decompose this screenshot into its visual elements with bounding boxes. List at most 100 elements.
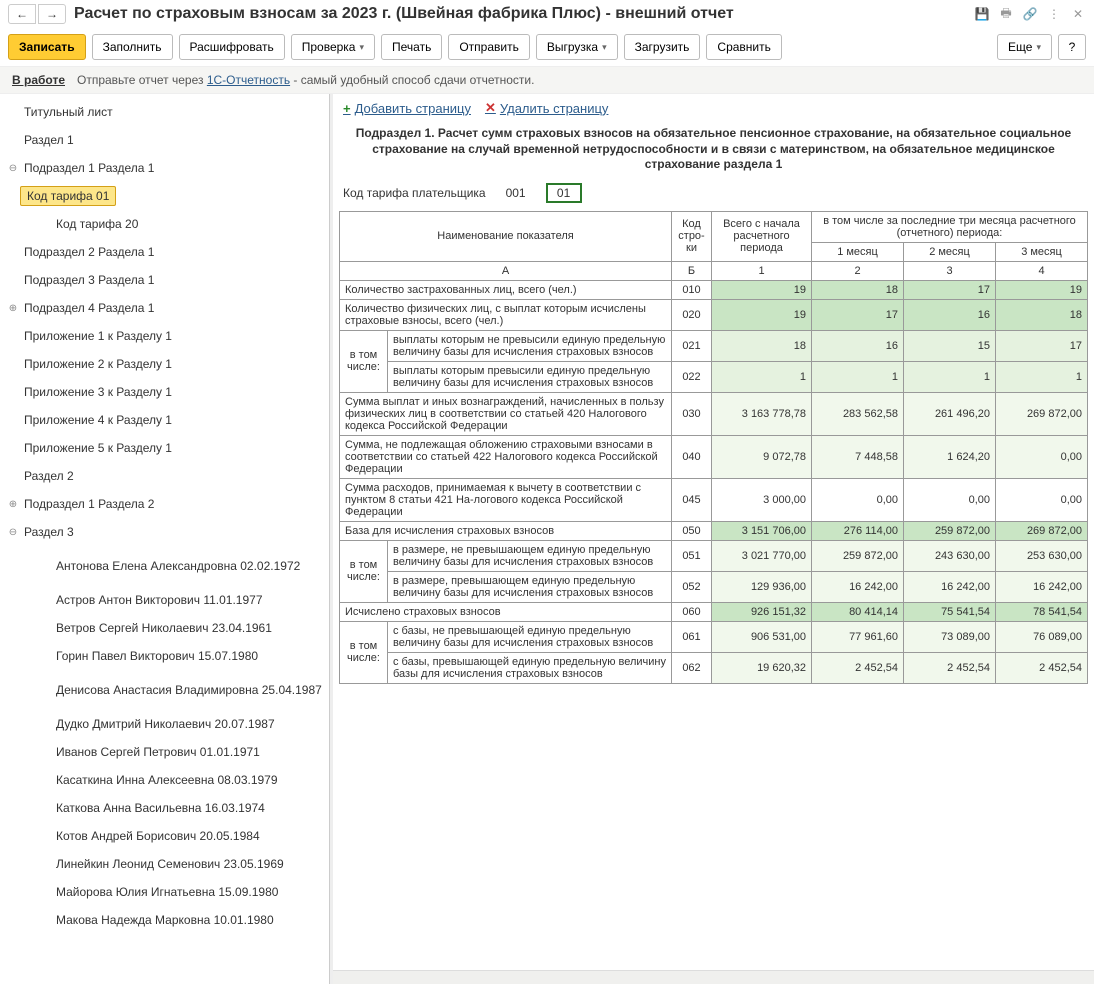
import-button[interactable]: Загрузить [624,34,701,60]
more-button[interactable]: Еще▾ [997,34,1052,60]
cell-value[interactable]: 15 [904,330,996,361]
cell-value[interactable]: 269 872,00 [996,521,1088,540]
cell-value[interactable]: 78 541,54 [996,602,1088,621]
tree-item[interactable]: ⊖Раздел 3 [0,518,329,546]
tree-item[interactable]: ⊕Подраздел 4 Раздела 1 [0,294,329,322]
cell-value[interactable]: 2 452,54 [904,652,996,683]
cell-value[interactable]: 18 [712,330,812,361]
save-icon[interactable]: 💾 [974,6,990,22]
cell-value[interactable]: 0,00 [904,478,996,521]
cell-value[interactable]: 19 [996,280,1088,299]
cell-value[interactable]: 269 872,00 [996,392,1088,435]
link-icon[interactable]: 🔗 [1022,6,1038,22]
print-icon[interactable]: 🖶 [998,6,1014,22]
status-link[interactable]: 1С-Отчетность [207,73,290,87]
cell-value[interactable]: 18 [812,280,904,299]
tree-item[interactable]: Приложение 5 к Разделу 1 [0,434,329,462]
grid-row[interactable]: Исчислено страховых взносов060926 151,32… [340,602,1088,621]
cell-value[interactable]: 3 000,00 [712,478,812,521]
cell-value[interactable]: 259 872,00 [812,540,904,571]
tree-panel[interactable]: Титульный листРаздел 1⊖Подраздел 1 Разде… [0,94,330,984]
cell-value[interactable]: 16 [904,299,996,330]
grid-row[interactable]: Сумма, не подлежащая обложению страховым… [340,435,1088,478]
help-button[interactable]: ? [1058,34,1086,60]
delete-page-button[interactable]: ✕Удалить страницу [485,100,608,116]
tree-item[interactable]: Приложение 2 к Разделу 1 [0,350,329,378]
tree-item[interactable]: Денисова Анастасия Владимировна 25.04.19… [0,670,329,710]
cell-value[interactable]: 1 [904,361,996,392]
tree-item[interactable]: Приложение 3 к Разделу 1 [0,378,329,406]
print-button[interactable]: Печать [381,34,442,60]
cell-value[interactable]: 3 163 778,78 [712,392,812,435]
tree-item[interactable]: Подраздел 2 Раздела 1 [0,238,329,266]
grid-row[interactable]: в том числе:с базы, не превышающей едину… [340,621,1088,652]
grid-row[interactable]: в размере, превышающем единую предельную… [340,571,1088,602]
grid-row[interactable]: База для исчисления страховых взносов050… [340,521,1088,540]
tree-item[interactable]: Приложение 1 к Разделу 1 [0,322,329,350]
grid-row[interactable]: Количество физических лиц, с выплат кото… [340,299,1088,330]
grid-row[interactable]: Сумма выплат и иных вознаграждений, начи… [340,392,1088,435]
cell-value[interactable]: 1 624,20 [904,435,996,478]
cell-value[interactable]: 259 872,00 [904,521,996,540]
tree-item[interactable]: Майорова Юлия Игнатьевна 15.09.1980 [0,878,329,906]
nav-back-button[interactable]: ← [8,4,36,24]
cell-value[interactable]: 18 [996,299,1088,330]
cell-value[interactable]: 17 [996,330,1088,361]
cell-value[interactable]: 80 414,14 [812,602,904,621]
tree-item[interactable]: Титульный лист [0,98,329,126]
tree-item[interactable]: Линейкин Леонид Семенович 23.05.1969 [0,850,329,878]
cell-value[interactable]: 243 630,00 [904,540,996,571]
cell-value[interactable]: 261 496,20 [904,392,996,435]
cell-value[interactable]: 75 541,54 [904,602,996,621]
grid-row[interactable]: Количество застрахованных лиц, всего (че… [340,280,1088,299]
horizontal-scrollbar[interactable] [333,970,1094,984]
tree-item[interactable]: Иванов Сергей Петрович 01.01.1971 [0,738,329,766]
expand-icon[interactable]: ⊕ [6,303,20,314]
tree-item[interactable]: Раздел 1 [0,126,329,154]
cell-value[interactable]: 76 089,00 [996,621,1088,652]
compare-button[interactable]: Сравнить [706,34,781,60]
cell-value[interactable]: 926 151,32 [712,602,812,621]
cell-value[interactable]: 0,00 [996,478,1088,521]
cell-value[interactable]: 16 242,00 [904,571,996,602]
tree-item[interactable]: Котов Андрей Борисович 20.05.1984 [0,822,329,850]
expand-icon[interactable]: ⊕ [6,499,20,510]
send-button[interactable]: Отправить [448,34,530,60]
tree-item[interactable]: Макова Надежда Марковна 10.01.1980 [0,906,329,934]
cell-value[interactable]: 19 [712,280,812,299]
tree-item[interactable]: Касаткина Инна Алексеевна 08.03.1979 [0,766,329,794]
cell-value[interactable]: 16 242,00 [996,571,1088,602]
add-page-button[interactable]: +Добавить страницу [343,100,471,116]
tree-item[interactable]: Каткова Анна Васильевна 16.03.1974 [0,794,329,822]
cell-value[interactable]: 1 [812,361,904,392]
nav-forward-button[interactable]: → [38,4,66,24]
menu-icon[interactable]: ⋮ [1046,6,1062,22]
tree-item[interactable]: Приложение 4 к Разделу 1 [0,406,329,434]
tree-item[interactable]: Раздел 2 [0,462,329,490]
expand-icon[interactable]: ⊖ [6,527,20,538]
close-icon[interactable]: ✕ [1070,6,1086,22]
expand-icon[interactable]: ⊖ [6,163,20,174]
tree-item[interactable]: Антонова Елена Александровна 02.02.1972 [0,546,329,586]
fill-button[interactable]: Заполнить [92,34,173,60]
cell-value[interactable]: 283 562,58 [812,392,904,435]
cell-value[interactable]: 2 452,54 [812,652,904,683]
cell-value[interactable]: 73 089,00 [904,621,996,652]
grid-row[interactable]: в том числе:выплаты которым не превысили… [340,330,1088,361]
status-label[interactable]: В работе [12,73,65,87]
tree-item[interactable]: Код тарифа 01 [0,182,329,210]
grid-row[interactable]: с базы, превышающей единую предельную ве… [340,652,1088,683]
tree-item[interactable]: ⊖Подраздел 1 Раздела 1 [0,154,329,182]
cell-value[interactable]: 253 630,00 [996,540,1088,571]
cell-value[interactable]: 19 620,32 [712,652,812,683]
decode-button[interactable]: Расшифровать [179,34,285,60]
cell-value[interactable]: 129 936,00 [712,571,812,602]
tree-item[interactable]: Ветров Сергей Николаевич 23.04.1961 [0,614,329,642]
tree-item[interactable]: Астров Антон Викторович 11.01.1977 [0,586,329,614]
grid-row[interactable]: Сумма расходов, принимаемая к вычету в с… [340,478,1088,521]
cell-value[interactable]: 16 242,00 [812,571,904,602]
check-button[interactable]: Проверка▾ [291,34,375,60]
data-grid[interactable]: Наименование показателя Код стро-ки Всег… [339,211,1088,684]
tree-item[interactable]: Дудко Дмитрий Николаевич 20.07.1987 [0,710,329,738]
cell-value[interactable]: 1 [712,361,812,392]
